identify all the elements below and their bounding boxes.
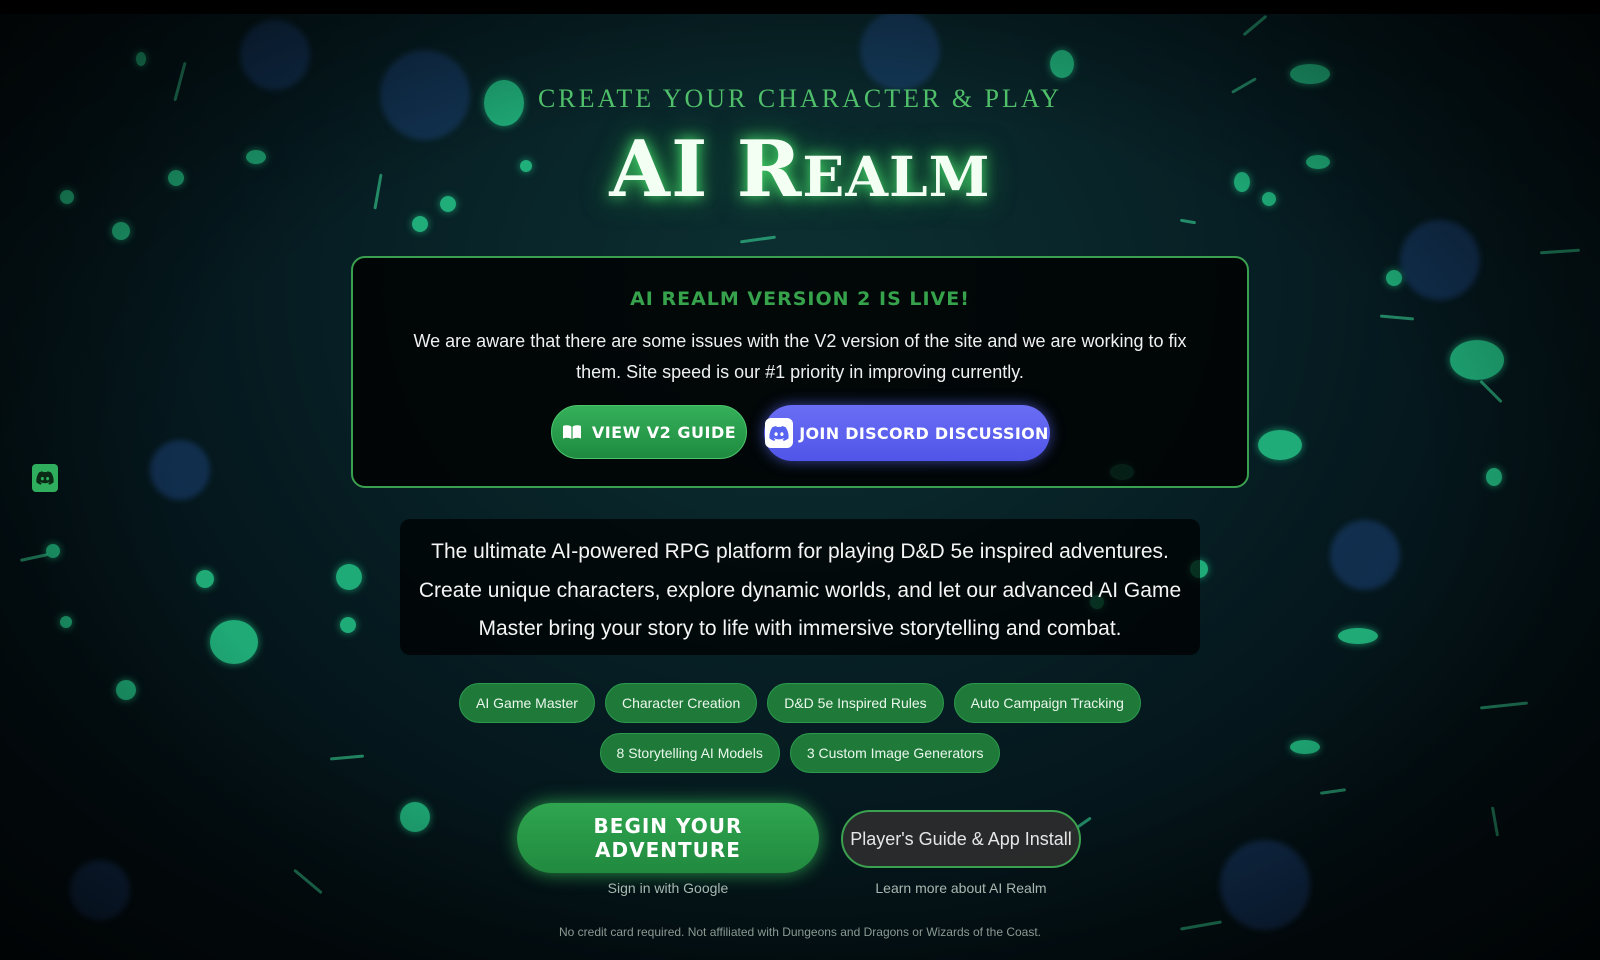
view-guide-button[interactable]: VIEW V2 GUIDE: [551, 405, 747, 459]
platform-description: The ultimate AI-powered RPG platform for…: [400, 519, 1200, 655]
announcement-body: We are aware that there are some issues …: [413, 331, 1187, 382]
feature-row-1: AI Game Master Character Creation D&D 5e…: [0, 683, 1600, 723]
feature-chip: 3 Custom Image Generators: [789, 733, 1001, 773]
feature-chip: D&D 5e Inspired Rules: [767, 683, 944, 723]
feature-chips: AI Game Master Character Creation D&D 5e…: [0, 683, 1600, 783]
view-guide-label: VIEW V2 GUIDE: [591, 422, 737, 442]
learn-more-note: Learn more about AI Realm: [875, 880, 1047, 896]
announcement-title: AI REALM VERSION 2 IS LIVE!: [630, 288, 970, 310]
feature-chip: Character Creation: [604, 683, 758, 723]
page-background: Create Your Character & Play AI Realm AI…: [0, 0, 1600, 960]
hero-tagline: Create Your Character & Play: [537, 84, 1063, 113]
sign-in-note: Sign in with Google: [607, 880, 729, 896]
feature-chip: 8 Storytelling AI Models: [599, 733, 780, 773]
main-content: Create Your Character & Play AI Realm AI…: [0, 0, 1600, 960]
page-title: AI Realm: [609, 124, 991, 215]
players-guide-button[interactable]: Player's Guide & App Install: [841, 810, 1081, 868]
book-icon: [562, 425, 581, 439]
announcement-panel: AI REALM VERSION 2 IS LIVE! We are aware…: [351, 256, 1249, 488]
feature-chip: AI Game Master: [459, 683, 595, 723]
join-discord-label: JOIN DISCORD DISCUSSION: [799, 423, 1049, 443]
begin-adventure-button[interactable]: BEGIN YOUR ADVENTURE: [517, 803, 819, 873]
footer-disclaimer: No credit card required. Not affiliated …: [558, 925, 1042, 939]
feature-row-2: 8 Storytelling AI Models 3 Custom Image …: [0, 733, 1600, 773]
feature-chip: Auto Campaign Tracking: [953, 683, 1141, 723]
discord-icon: [765, 418, 794, 448]
join-discord-button[interactable]: JOIN DISCORD DISCUSSION: [764, 405, 1050, 461]
